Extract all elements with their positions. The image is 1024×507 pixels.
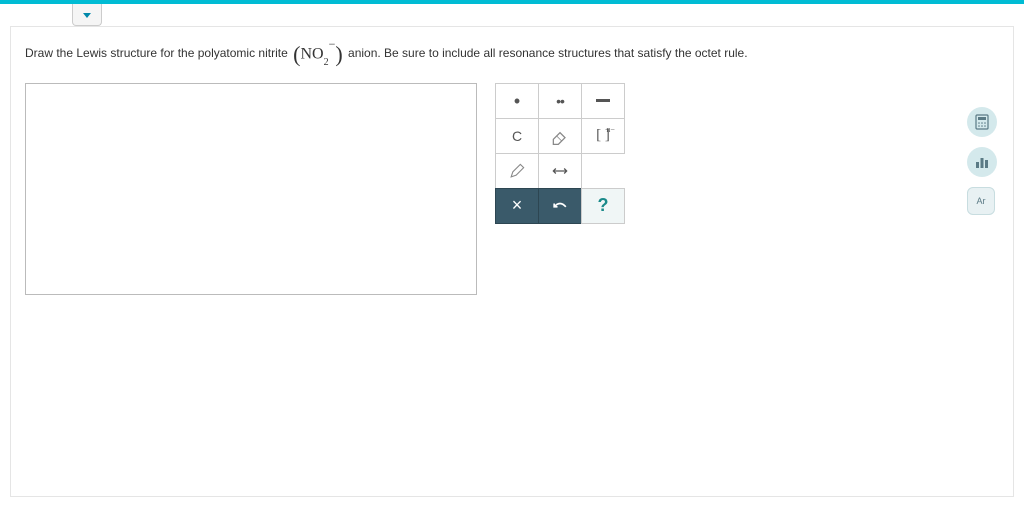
tool-palette: • •• C [ ]n− bbox=[495, 83, 625, 224]
bond-line-icon bbox=[596, 99, 610, 102]
lone-pair-tool[interactable]: •• bbox=[538, 83, 582, 119]
undo-button[interactable] bbox=[538, 188, 582, 224]
question-before: Draw the Lewis structure for the polyato… bbox=[25, 46, 288, 60]
section-dropdown-tab[interactable] bbox=[72, 4, 102, 26]
periodic-label: Ar bbox=[977, 196, 986, 206]
draw-tool[interactable] bbox=[495, 153, 539, 189]
help-button[interactable]: ? bbox=[581, 188, 625, 224]
clear-button[interactable]: × bbox=[495, 188, 539, 224]
drawing-canvas[interactable] bbox=[25, 83, 477, 295]
question-after: anion. Be sure to include all resonance … bbox=[348, 46, 748, 60]
close-icon: × bbox=[512, 195, 523, 216]
bar-chart-icon bbox=[974, 154, 990, 170]
calculator-button[interactable] bbox=[967, 107, 997, 137]
page-accent-bar bbox=[0, 0, 1024, 4]
element-c-label: C bbox=[512, 128, 522, 144]
work-area-row: • •• C [ ]n− bbox=[25, 83, 999, 295]
bracket-charge-tool[interactable]: [ ]n− bbox=[581, 118, 625, 154]
chemical-formula: (NO2−) bbox=[293, 39, 343, 69]
eraser-tool[interactable] bbox=[538, 118, 582, 154]
single-electron-tool[interactable]: • bbox=[495, 83, 539, 119]
resonance-arrow-tool[interactable] bbox=[538, 153, 582, 189]
bond-tool[interactable] bbox=[581, 83, 625, 119]
eraser-icon bbox=[550, 126, 570, 146]
question-container: Draw the Lewis structure for the polyato… bbox=[10, 26, 1014, 497]
undo-icon bbox=[550, 196, 570, 216]
calculator-icon bbox=[974, 114, 990, 130]
help-icon: ? bbox=[598, 195, 609, 216]
side-tools: Ar bbox=[967, 107, 997, 215]
question-text: Draw the Lewis structure for the polyato… bbox=[25, 39, 999, 69]
chevron-down-icon bbox=[82, 10, 92, 20]
pencil-icon bbox=[507, 161, 527, 181]
graph-button[interactable] bbox=[967, 147, 997, 177]
double-arrow-icon bbox=[550, 161, 570, 181]
periodic-table-button[interactable]: Ar bbox=[967, 187, 995, 215]
element-tool[interactable]: C bbox=[495, 118, 539, 154]
bracket-icon: [ ]n− bbox=[596, 127, 610, 144]
